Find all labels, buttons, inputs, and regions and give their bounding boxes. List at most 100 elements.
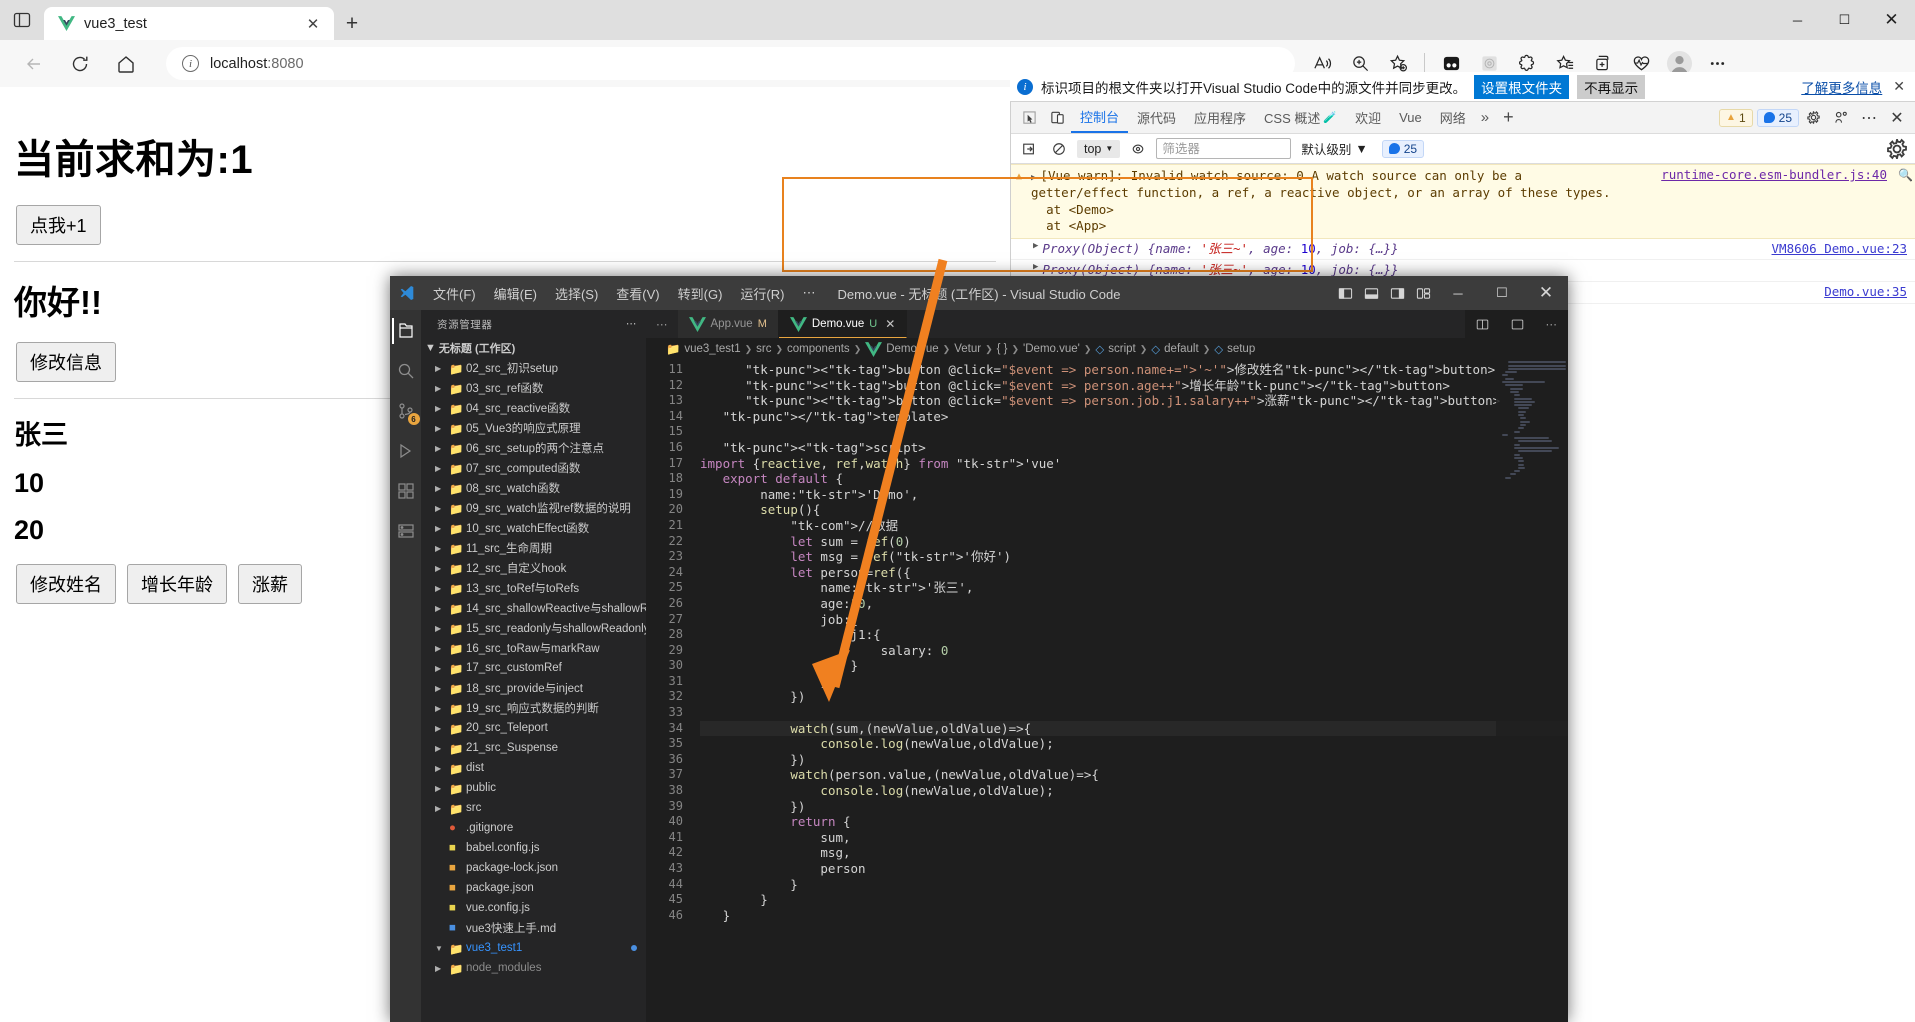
console-message-row[interactable]: ▶ Proxy(Object) {name: '张三~', age: 10, j… bbox=[1011, 239, 1915, 261]
close-icon[interactable]: ✕ bbox=[302, 13, 324, 35]
set-root-folder-button[interactable]: 设置根文件夹 bbox=[1474, 75, 1569, 99]
file-tree-item[interactable]: ▶📁14_src_shallowReactive与shallowRef bbox=[421, 598, 646, 618]
chevron-icon[interactable]: ▶ bbox=[435, 704, 445, 713]
tab-css-overview[interactable]: CSS 概述🧪 bbox=[1255, 102, 1346, 133]
expand-icon[interactable]: ▶ bbox=[1033, 241, 1042, 258]
menu-edit[interactable]: 编辑(E) bbox=[485, 276, 546, 310]
file-tree-item[interactable]: ▶📁dist bbox=[421, 758, 646, 778]
file-tree-item[interactable]: ▶📁07_src_computed函数 bbox=[421, 458, 646, 478]
breadcrumb-item[interactable]: vue3_test1 bbox=[684, 343, 740, 355]
chevron-icon[interactable]: ▶ bbox=[435, 664, 445, 673]
search-icon[interactable]: 🔍 bbox=[1898, 168, 1913, 184]
maximize-button[interactable]: ☐ bbox=[1821, 0, 1868, 40]
search-icon[interactable] bbox=[393, 358, 419, 384]
file-tree-item[interactable]: ▶📁09_src_watch监视ref数据的说明 bbox=[421, 498, 646, 518]
split-editor-icon[interactable] bbox=[1465, 310, 1500, 338]
file-tree-item[interactable]: ▶📁13_src_toRef与toRefs bbox=[421, 578, 646, 598]
close-icon[interactable]: ✕ bbox=[885, 317, 895, 331]
menu-more[interactable]: ⋯ bbox=[793, 276, 824, 310]
editor-tab-app-vue[interactable]: App.vue M bbox=[678, 310, 779, 338]
breadcrumb-item[interactable]: components bbox=[787, 343, 850, 355]
tab-sidebar-toggle-icon[interactable] bbox=[0, 0, 44, 40]
vscode-minimize-button[interactable]: ─ bbox=[1436, 276, 1480, 310]
tab-sources[interactable]: 源代码 bbox=[1128, 102, 1185, 133]
chevron-icon[interactable]: ▶ bbox=[435, 604, 445, 613]
file-tree-item[interactable]: ■vue3快速上手.md bbox=[421, 918, 646, 938]
breadcrumb-item[interactable]: { } bbox=[997, 343, 1008, 355]
learn-more-link[interactable]: 了解更多信息 bbox=[1801, 77, 1882, 97]
breadcrumb-item[interactable]: setup bbox=[1227, 343, 1255, 355]
tabs-more-icon[interactable]: ⋯ bbox=[646, 310, 678, 338]
file-tree-item[interactable]: ▶📁16_src_toRaw与markRaw bbox=[421, 638, 646, 658]
no-entry-icon[interactable] bbox=[1047, 137, 1071, 161]
live-expression-icon[interactable] bbox=[1126, 137, 1150, 161]
file-tree-item[interactable]: ■package-lock.json bbox=[421, 858, 646, 878]
chevron-icon[interactable]: ▶ bbox=[435, 584, 445, 593]
new-tab-button[interactable]: + bbox=[334, 7, 370, 40]
file-tree-item[interactable]: ▶📁15_src_readonly与shallowReadonly bbox=[421, 618, 646, 638]
close-icon[interactable]: ✕ bbox=[1890, 78, 1908, 95]
explorer-icon[interactable] bbox=[392, 318, 418, 344]
chevron-icon[interactable]: ▶ bbox=[435, 964, 445, 973]
explorer-more-icon[interactable]: ⋯ bbox=[626, 318, 637, 330]
add-tab-button[interactable]: + bbox=[1495, 107, 1522, 128]
chevron-icon[interactable]: ▶ bbox=[435, 724, 445, 733]
clear-console-icon[interactable] bbox=[1017, 137, 1041, 161]
chevron-icon[interactable]: ▶ bbox=[435, 444, 445, 453]
issues-badge[interactable]: 25 bbox=[1382, 140, 1424, 158]
execution-context-select[interactable]: top ▼ bbox=[1077, 140, 1120, 158]
console-settings-icon[interactable] bbox=[1885, 137, 1909, 161]
chevron-icon[interactable]: ▶ bbox=[435, 764, 445, 773]
log-level-select[interactable]: 默认级别 ▼ bbox=[1297, 139, 1371, 158]
reload-icon[interactable] bbox=[60, 47, 100, 81]
chevron-icon[interactable]: ▶ bbox=[435, 624, 445, 633]
menu-selection[interactable]: 选择(S) bbox=[546, 276, 607, 310]
file-tree-item[interactable]: ▶📁17_src_customRef bbox=[421, 658, 646, 678]
file-tree-item[interactable]: ▶📁05_Vue3的响应式原理 bbox=[421, 418, 646, 438]
editor-more-icon[interactable]: ⋯ bbox=[1535, 310, 1569, 338]
source-control-icon[interactable]: 6 bbox=[393, 398, 419, 424]
warning-badge[interactable]: ▲1 bbox=[1719, 109, 1753, 127]
tab-vue[interactable]: Vue bbox=[1390, 102, 1431, 133]
file-tree-item[interactable]: ▶📁06_src_setup的两个注意点 bbox=[421, 438, 646, 458]
file-tree-item[interactable]: ▶📁08_src_watch函数 bbox=[421, 478, 646, 498]
increment-button[interactable]: 点我+1 bbox=[16, 205, 101, 245]
tab-welcome[interactable]: 欢迎 bbox=[1346, 102, 1390, 133]
file-tree-item[interactable]: ▶📁03_src_ref函数 bbox=[421, 378, 646, 398]
breadcrumb-item[interactable]: Demo.vue bbox=[886, 343, 938, 355]
minimize-button[interactable]: ─ bbox=[1774, 0, 1821, 40]
menu-file[interactable]: 文件(F) bbox=[424, 276, 485, 310]
message-source-link[interactable]: Demo.vue:35 bbox=[1824, 284, 1907, 301]
file-tree-item[interactable]: ■package.json bbox=[421, 878, 646, 898]
breadcrumb-item[interactable]: src bbox=[756, 343, 771, 355]
chevron-icon[interactable]: ▶ bbox=[435, 784, 445, 793]
dock-icon[interactable] bbox=[1827, 104, 1855, 132]
file-tree-item[interactable]: ■vue.config.js bbox=[421, 898, 646, 918]
file-tree-item[interactable]: ▶📁19_src_响应式数据的判断 bbox=[421, 698, 646, 718]
menu-go[interactable]: 转到(G) bbox=[669, 276, 732, 310]
tab-console[interactable]: 控制台 bbox=[1071, 102, 1128, 133]
file-tree-item[interactable]: ▼📁vue3_test1 bbox=[421, 938, 646, 958]
message-source-link[interactable]: VM8606 Demo.vue:23 bbox=[1772, 241, 1907, 258]
minimap[interactable] bbox=[1496, 360, 1568, 1022]
panel-right-icon[interactable] bbox=[1384, 276, 1410, 310]
file-tree-item[interactable]: ▶📁18_src_provide与inject bbox=[421, 678, 646, 698]
filter-input[interactable] bbox=[1156, 138, 1291, 159]
file-tree-item[interactable]: ▶📁02_src_初识setup bbox=[421, 358, 646, 378]
chevron-icon[interactable]: ▶ bbox=[435, 544, 445, 553]
chevron-icon[interactable]: ▶ bbox=[435, 404, 445, 413]
more-icon[interactable]: ⋯ bbox=[1855, 104, 1883, 132]
chevron-icon[interactable]: ▶ bbox=[435, 384, 445, 393]
tab-application[interactable]: 应用程序 bbox=[1185, 102, 1255, 133]
file-tree-item[interactable]: ▶📁10_src_watchEffect函数 bbox=[421, 518, 646, 538]
warning-source-link[interactable]: runtime-core.esm-bundler.js:40 bbox=[1661, 167, 1887, 184]
menu-view[interactable]: 查看(V) bbox=[607, 276, 668, 310]
menu-run[interactable]: 运行(R) bbox=[731, 276, 793, 310]
breadcrumb-item[interactable]: script bbox=[1108, 343, 1135, 355]
file-tree-item[interactable]: ▶📁12_src_自定义hook bbox=[421, 558, 646, 578]
inspect-element-icon[interactable] bbox=[1015, 104, 1043, 132]
chevron-icon[interactable]: ▼ bbox=[435, 944, 445, 953]
gear-icon[interactable] bbox=[1799, 104, 1827, 132]
panel-bottom-icon[interactable] bbox=[1358, 276, 1384, 310]
file-tree-item[interactable]: ▶📁src bbox=[421, 798, 646, 818]
